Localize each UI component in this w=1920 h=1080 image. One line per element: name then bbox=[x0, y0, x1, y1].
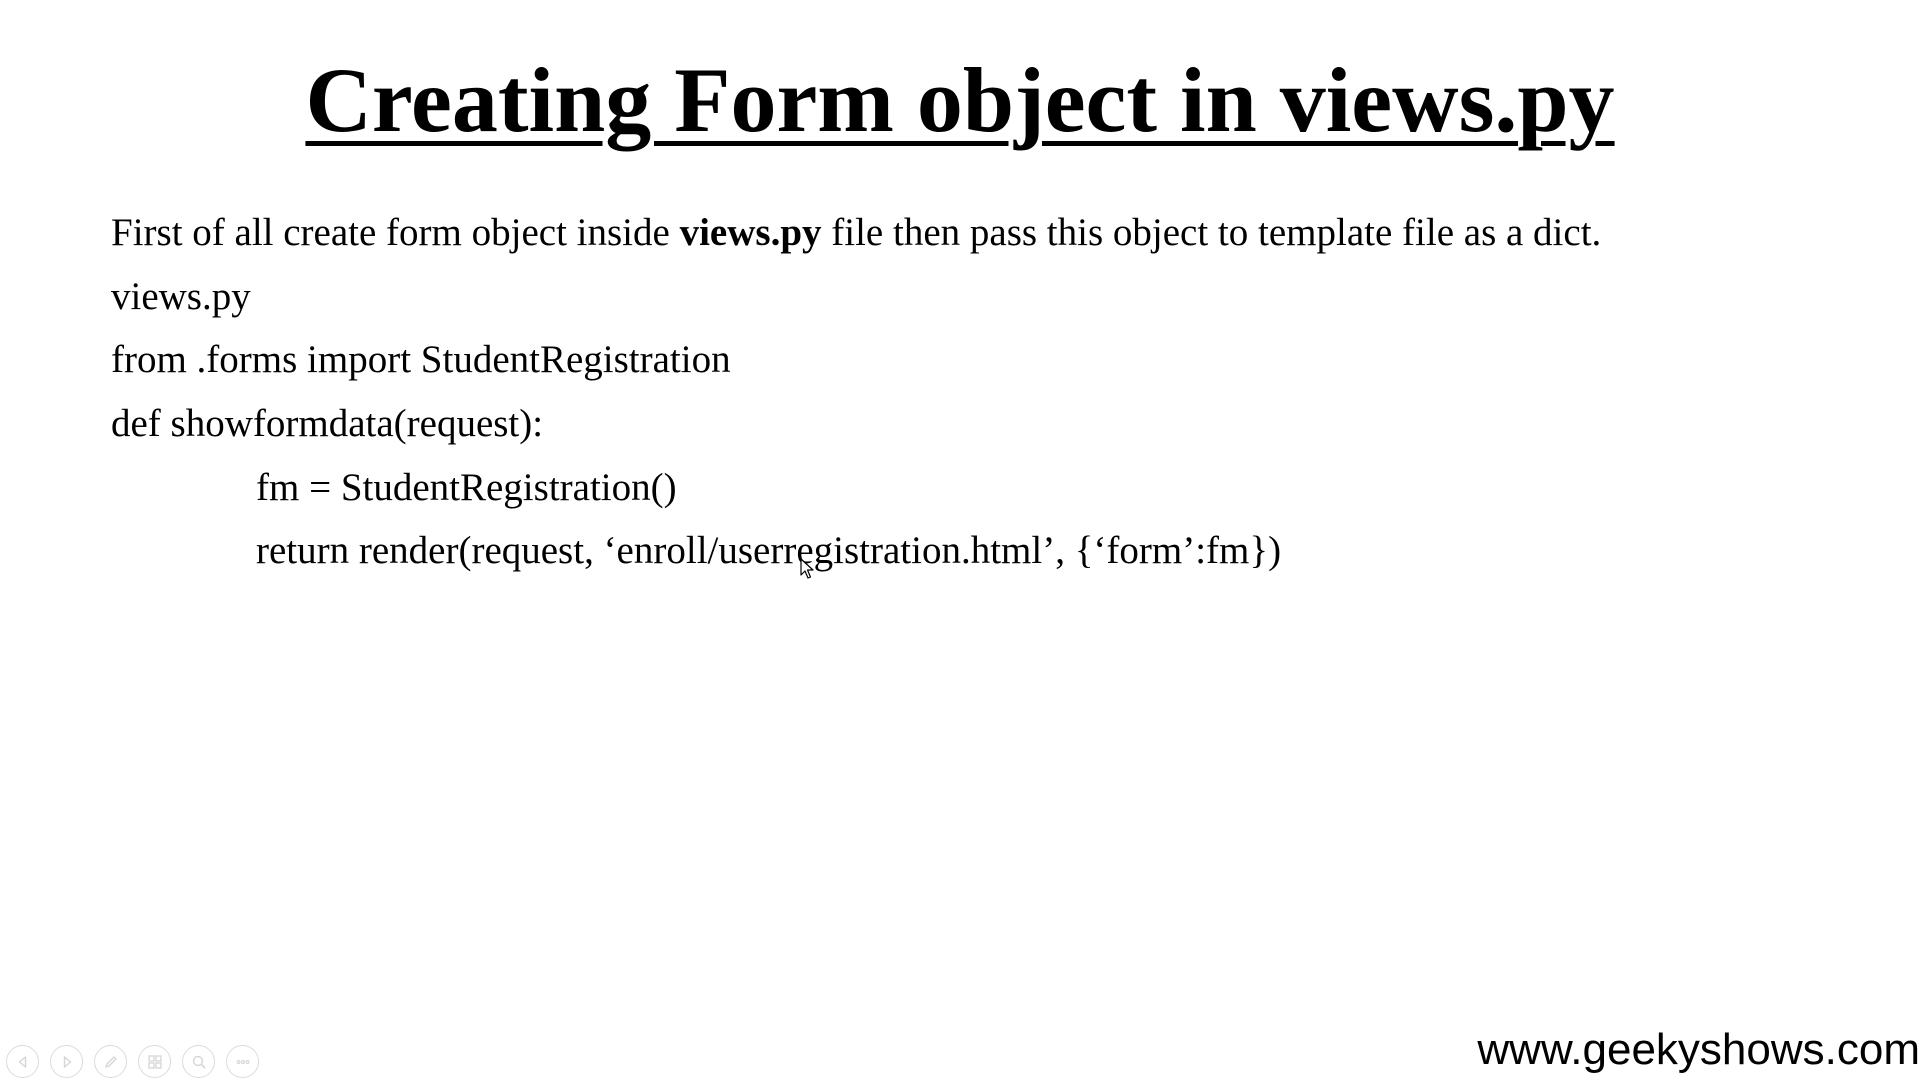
intro-text: First of all create form object inside v… bbox=[111, 209, 1601, 257]
slide-title: Creating Form object in views.py bbox=[0, 45, 1920, 155]
code-line-return: return render(request, ‘enroll/userregis… bbox=[256, 529, 1282, 572]
slide-title-text: Creating Form object in views.py bbox=[305, 49, 1615, 151]
previous-slide-button[interactable] bbox=[6, 1045, 39, 1078]
next-icon bbox=[63, 1055, 71, 1068]
pen-tool-button[interactable] bbox=[94, 1045, 127, 1078]
slideshow-controls bbox=[6, 1045, 259, 1078]
more-icon bbox=[236, 1059, 249, 1064]
code-line-def: def showformdata(request): bbox=[111, 402, 544, 445]
next-slide-button[interactable] bbox=[50, 1045, 83, 1078]
code-line-form-object: fm = StudentRegistration() bbox=[256, 466, 677, 509]
pen-icon bbox=[104, 1055, 117, 1068]
zoom-icon bbox=[192, 1055, 206, 1069]
intro-text-bold: views.py bbox=[679, 211, 822, 254]
code-line-filename: views.py bbox=[111, 275, 251, 318]
code-line-import: from .forms import StudentRegistration bbox=[111, 338, 731, 381]
intro-text-after: file then pass this object to template f… bbox=[821, 211, 1602, 254]
previous-icon bbox=[18, 1055, 26, 1068]
zoom-button[interactable] bbox=[182, 1045, 215, 1078]
slide: Creating Form object in views.py First o… bbox=[0, 0, 1920, 1080]
more-options-button[interactable] bbox=[226, 1045, 259, 1078]
intro-text-before: First of all create form object inside bbox=[111, 211, 680, 254]
see-all-slides-button[interactable] bbox=[138, 1045, 171, 1078]
footer-website-url: www.geekyshows.com bbox=[1477, 1025, 1920, 1074]
slides-icon bbox=[147, 1054, 162, 1069]
mouse-cursor-icon bbox=[800, 558, 814, 579]
